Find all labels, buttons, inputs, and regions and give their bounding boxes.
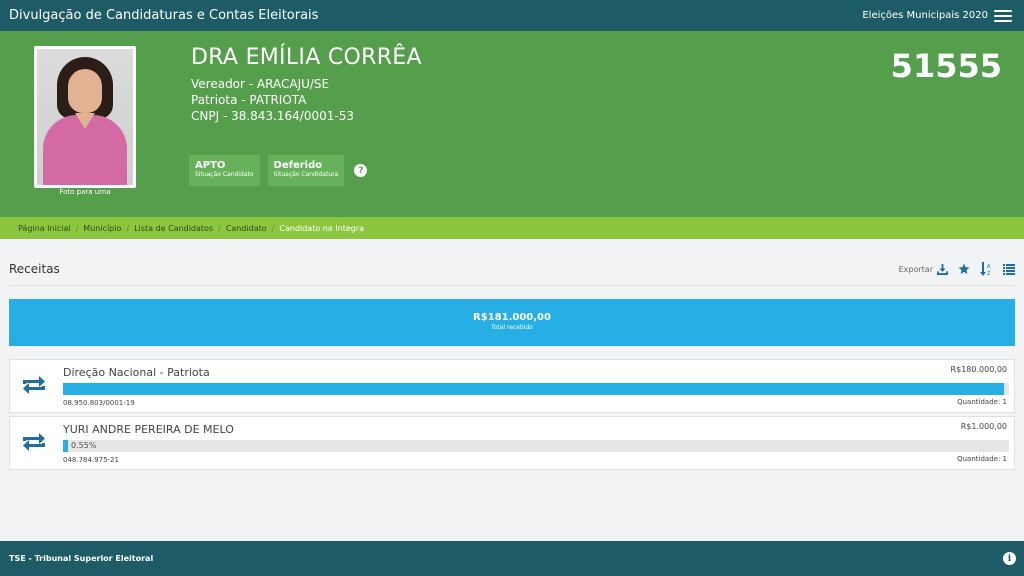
- breadcrumb-current: Candidato na Íntegra: [279, 223, 365, 233]
- breadcrumb-candidate-list[interactable]: Lista de Candidatos: [134, 224, 213, 233]
- list-view-icon[interactable]: [1003, 263, 1015, 275]
- receipt-progress-track: [63, 383, 1009, 395]
- total-received-banner: R$181.000,00 Total recebido: [9, 299, 1015, 346]
- candidate-photo: [34, 46, 136, 188]
- candidate-number: 51555: [890, 47, 1002, 85]
- svg-text:Z: Z: [987, 271, 991, 276]
- breadcrumb: Página Inicial / Município / Lista de Ca…: [0, 217, 1024, 239]
- breadcrumb-candidate[interactable]: Candidato: [226, 224, 267, 233]
- election-label[interactable]: Eleições Municipais 2020: [862, 10, 988, 21]
- candidate-party: Patriota - PATRIOTA: [191, 93, 307, 107]
- top-bar-right: Eleições Municipais 2020: [862, 9, 1012, 22]
- info-icon[interactable]: i: [1003, 552, 1016, 565]
- receipt-card[interactable]: Direção Nacional - Patriota R$180.000,00…: [9, 359, 1015, 413]
- receipt-amount: R$1.000,00: [960, 422, 1007, 431]
- transfer-icon: [21, 375, 47, 399]
- sort-alpha-icon[interactable]: AZ: [980, 262, 993, 276]
- receipt-progress-track: 0.55%: [63, 440, 1009, 452]
- total-received-value: R$181.000,00: [473, 312, 551, 323]
- section-title: Receitas: [9, 262, 60, 276]
- status-subtitle: Situação Candidato: [195, 171, 254, 178]
- receipt-quantity: Quantidade: 1: [957, 398, 1007, 406]
- export-label: Exportar: [898, 264, 933, 274]
- receipt-document: 048.784.975-21: [63, 456, 119, 464]
- top-bar: Divulgação de Candidaturas e Contas Elei…: [0, 0, 1024, 31]
- status-candidacy: Deferido Situação Candidatura: [267, 155, 345, 186]
- receipt-percent: 0.55%: [71, 441, 97, 450]
- transfer-icon: [21, 432, 47, 456]
- receipt-card[interactable]: YURI ANDRE PEREIRA DE MELO R$1.000,00 0.…: [9, 416, 1015, 470]
- breadcrumb-home[interactable]: Página Inicial: [18, 224, 71, 233]
- receipt-amount: R$180.000,00: [950, 365, 1007, 374]
- status-subtitle: Situação Candidatura: [273, 171, 339, 178]
- download-icon: [937, 263, 948, 275]
- status-candidate: APTO Situação Candidato: [189, 155, 260, 186]
- candidate-photo-image: [37, 49, 133, 185]
- footer-text: TSE - Tribunal Superior Eleitoral: [9, 554, 154, 563]
- svg-text:A: A: [987, 264, 991, 270]
- export-button[interactable]: Exportar: [898, 263, 948, 275]
- status-boxes: APTO Situação Candidato Deferido Situaçã…: [189, 155, 368, 186]
- candidate-info: DRA EMÍLIA CORRÊA Vereador - ARACAJU/SE …: [191, 45, 422, 124]
- total-received-label: Total recebido: [491, 324, 533, 331]
- footer: TSE - Tribunal Superior Eleitoral i: [0, 541, 1024, 576]
- menu-icon[interactable]: [994, 9, 1012, 22]
- candidate-cnpj: CNPJ - 38.843.164/0001-53: [191, 109, 354, 123]
- candidate-header: Foto para urna DRA EMÍLIA CORRÊA Vereado…: [0, 31, 1024, 217]
- receipt-document: 08.950.803/0001-19: [63, 399, 135, 407]
- status-title: Deferido: [273, 160, 323, 171]
- receipt-quantity: Quantidade: 1: [957, 455, 1007, 463]
- breadcrumb-municipality[interactable]: Município: [83, 224, 121, 233]
- receipt-donor-name: YURI ANDRE PEREIRA DE MELO: [63, 423, 234, 436]
- candidate-name: DRA EMÍLIA CORRÊA: [191, 45, 422, 70]
- photo-caption: Foto para urna: [59, 188, 111, 196]
- star-icon[interactable]: [958, 263, 970, 275]
- receipt-progress-fill: [63, 440, 69, 452]
- candidate-office: Vereador - ARACAJU/SE: [191, 77, 330, 91]
- status-title: APTO: [195, 160, 226, 171]
- section-tools: Exportar AZ: [899, 262, 1015, 276]
- section-header: Receitas Exportar AZ: [9, 258, 1015, 286]
- app-title[interactable]: Divulgação de Candidaturas e Contas Elei…: [9, 8, 318, 23]
- receipt-donor-name: Direção Nacional - Patriota: [63, 366, 210, 379]
- help-icon[interactable]: ?: [354, 164, 368, 177]
- receipt-progress-fill: [63, 383, 1004, 395]
